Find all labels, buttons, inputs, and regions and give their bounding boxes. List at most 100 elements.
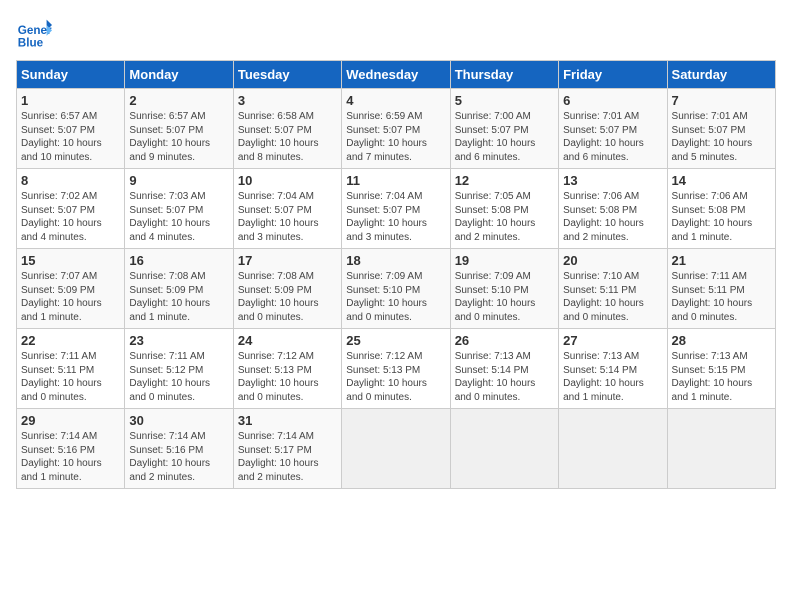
day-info: Sunrise: 7:13 AMSunset: 5:15 PMDaylight:… bbox=[672, 351, 753, 403]
day-cell-29: 29 Sunrise: 7:14 AMSunset: 5:16 PMDayligh… bbox=[17, 409, 125, 489]
day-number: 12 bbox=[455, 173, 554, 188]
day-info: Sunrise: 6:59 AMSunset: 5:07 PMDaylight:… bbox=[346, 111, 427, 163]
day-cell-20: 20 Sunrise: 7:10 AMSunset: 5:11 PMDayligh… bbox=[559, 249, 667, 329]
day-info: Sunrise: 7:11 AMSunset: 5:11 PMDaylight:… bbox=[672, 271, 753, 323]
week-row-2: 15Sunrise: 7:07 AMSunset: 5:09 PMDayligh… bbox=[17, 249, 776, 329]
day-cell-28: 28Sunrise: 7:13 AMSunset: 5:15 PMDayligh… bbox=[667, 329, 775, 409]
day-number: 15 bbox=[21, 253, 120, 268]
day-info: Sunrise: 7:14 AMSunset: 5:16 PMDaylight:… bbox=[129, 431, 210, 483]
day-cell-21: 21 Sunrise: 7:11 AMSunset: 5:11 PMDayligh… bbox=[667, 249, 775, 329]
day-cell-5: 5 Sunrise: 7:00 AMSunset: 5:07 PMDaylight… bbox=[450, 89, 558, 169]
day-cell-10: 10 Sunrise: 7:04 AMSunset: 5:07 PMDayligh… bbox=[233, 169, 341, 249]
day-number: 18 bbox=[346, 253, 445, 268]
day-info: Sunrise: 6:57 AMSunset: 5:07 PMDaylight:… bbox=[21, 111, 102, 163]
empty-cell bbox=[342, 409, 450, 489]
day-cell-4: 4 Sunrise: 6:59 AMSunset: 5:07 PMDaylight… bbox=[342, 89, 450, 169]
day-number: 22 bbox=[21, 333, 120, 348]
day-cell-27: 27 Sunrise: 7:13 AMSunset: 5:14 PMDayligh… bbox=[559, 329, 667, 409]
day-cell-8: 8Sunrise: 7:02 AMSunset: 5:07 PMDaylight… bbox=[17, 169, 125, 249]
day-cell-3: 3Sunrise: 6:58 AMSunset: 5:07 PMDaylight… bbox=[233, 89, 341, 169]
day-info: Sunrise: 7:09 AMSunset: 5:10 PMDaylight:… bbox=[455, 271, 536, 323]
day-number: 9 bbox=[129, 173, 228, 188]
day-cell-19: 19 Sunrise: 7:09 AMSunset: 5:10 PMDayligh… bbox=[450, 249, 558, 329]
day-info: Sunrise: 7:13 AMSunset: 5:14 PMDaylight:… bbox=[455, 351, 536, 403]
day-info: Sunrise: 7:10 AMSunset: 5:11 PMDaylight:… bbox=[563, 271, 644, 323]
header-cell-sunday: Sunday bbox=[17, 61, 125, 89]
day-info: Sunrise: 7:03 AMSunset: 5:07 PMDaylight:… bbox=[129, 191, 210, 243]
day-cell-23: 23 Sunrise: 7:11 AMSunset: 5:12 PMDayligh… bbox=[125, 329, 233, 409]
logo: General Blue bbox=[16, 16, 52, 52]
day-cell-14: 14 Sunrise: 7:06 AMSunset: 5:08 PMDayligh… bbox=[667, 169, 775, 249]
day-number: 14 bbox=[672, 173, 771, 188]
day-number: 20 bbox=[563, 253, 662, 268]
day-info: Sunrise: 7:00 AMSunset: 5:07 PMDaylight:… bbox=[455, 111, 536, 163]
header-cell-saturday: Saturday bbox=[667, 61, 775, 89]
day-cell-6: 6 Sunrise: 7:01 AMSunset: 5:07 PMDaylight… bbox=[559, 89, 667, 169]
day-number: 17 bbox=[238, 253, 337, 268]
day-number: 16 bbox=[129, 253, 228, 268]
empty-cell bbox=[559, 409, 667, 489]
day-cell-15: 15Sunrise: 7:07 AMSunset: 5:09 PMDayligh… bbox=[17, 249, 125, 329]
day-number: 2 bbox=[129, 93, 228, 108]
day-number: 19 bbox=[455, 253, 554, 268]
day-number: 8 bbox=[21, 173, 120, 188]
day-cell-9: 9 Sunrise: 7:03 AMSunset: 5:07 PMDaylight… bbox=[125, 169, 233, 249]
day-number: 25 bbox=[346, 333, 445, 348]
week-row-4: 29 Sunrise: 7:14 AMSunset: 5:16 PMDayligh… bbox=[17, 409, 776, 489]
week-row-1: 8Sunrise: 7:02 AMSunset: 5:07 PMDaylight… bbox=[17, 169, 776, 249]
day-number: 29 bbox=[21, 413, 120, 428]
header-cell-monday: Monday bbox=[125, 61, 233, 89]
day-cell-13: 13Sunrise: 7:06 AMSunset: 5:08 PMDayligh… bbox=[559, 169, 667, 249]
day-info: Sunrise: 7:09 AMSunset: 5:10 PMDaylight:… bbox=[346, 271, 427, 323]
day-info: Sunrise: 7:12 AMSunset: 5:13 PMDaylight:… bbox=[238, 351, 319, 403]
logo-icon: General Blue bbox=[16, 16, 52, 52]
header-cell-tuesday: Tuesday bbox=[233, 61, 341, 89]
day-info: Sunrise: 7:11 AMSunset: 5:12 PMDaylight:… bbox=[129, 351, 210, 403]
day-info: Sunrise: 7:04 AMSunset: 5:07 PMDaylight:… bbox=[238, 191, 319, 243]
empty-cell bbox=[450, 409, 558, 489]
day-cell-11: 11 Sunrise: 7:04 AMSunset: 5:07 PMDayligh… bbox=[342, 169, 450, 249]
day-cell-7: 7Sunrise: 7:01 AMSunset: 5:07 PMDaylight… bbox=[667, 89, 775, 169]
day-cell-1: 1 Sunrise: 6:57 AMSunset: 5:07 PMDaylight… bbox=[17, 89, 125, 169]
week-row-3: 22 Sunrise: 7:11 AMSunset: 5:11 PMDayligh… bbox=[17, 329, 776, 409]
day-info: Sunrise: 7:05 AMSunset: 5:08 PMDaylight:… bbox=[455, 191, 536, 243]
day-cell-17: 17 Sunrise: 7:08 AMSunset: 5:09 PMDayligh… bbox=[233, 249, 341, 329]
header-cell-friday: Friday bbox=[559, 61, 667, 89]
day-number: 10 bbox=[238, 173, 337, 188]
day-info: Sunrise: 7:11 AMSunset: 5:11 PMDaylight:… bbox=[21, 351, 102, 403]
day-number: 23 bbox=[129, 333, 228, 348]
day-cell-25: 25Sunrise: 7:12 AMSunset: 5:13 PMDayligh… bbox=[342, 329, 450, 409]
day-cell-26: 26Sunrise: 7:13 AMSunset: 5:14 PMDayligh… bbox=[450, 329, 558, 409]
day-cell-24: 24 Sunrise: 7:12 AMSunset: 5:13 PMDayligh… bbox=[233, 329, 341, 409]
day-number: 11 bbox=[346, 173, 445, 188]
day-number: 5 bbox=[455, 93, 554, 108]
day-info: Sunrise: 7:08 AMSunset: 5:09 PMDaylight:… bbox=[129, 271, 210, 323]
day-info: Sunrise: 6:57 AMSunset: 5:07 PMDaylight:… bbox=[129, 111, 210, 163]
day-cell-16: 16 Sunrise: 7:08 AMSunset: 5:09 PMDayligh… bbox=[125, 249, 233, 329]
day-number: 30 bbox=[129, 413, 228, 428]
day-number: 24 bbox=[238, 333, 337, 348]
day-cell-30: 30 Sunrise: 7:14 AMSunset: 5:16 PMDayligh… bbox=[125, 409, 233, 489]
day-info: Sunrise: 7:01 AMSunset: 5:07 PMDaylight:… bbox=[563, 111, 644, 163]
day-number: 21 bbox=[672, 253, 771, 268]
empty-cell bbox=[667, 409, 775, 489]
day-info: Sunrise: 7:14 AMSunset: 5:16 PMDaylight:… bbox=[21, 431, 102, 483]
day-cell-2: 2 Sunrise: 6:57 AMSunset: 5:07 PMDaylight… bbox=[125, 89, 233, 169]
day-number: 27 bbox=[563, 333, 662, 348]
day-info: Sunrise: 7:04 AMSunset: 5:07 PMDaylight:… bbox=[346, 191, 427, 243]
calendar-table: SundayMondayTuesdayWednesdayThursdayFrid… bbox=[16, 60, 776, 489]
day-number: 6 bbox=[563, 93, 662, 108]
day-number: 1 bbox=[21, 93, 120, 108]
day-number: 13 bbox=[563, 173, 662, 188]
header-cell-wednesday: Wednesday bbox=[342, 61, 450, 89]
day-number: 7 bbox=[672, 93, 771, 108]
day-cell-12: 12 Sunrise: 7:05 AMSunset: 5:08 PMDayligh… bbox=[450, 169, 558, 249]
week-row-0: 1 Sunrise: 6:57 AMSunset: 5:07 PMDaylight… bbox=[17, 89, 776, 169]
day-cell-18: 18 Sunrise: 7:09 AMSunset: 5:10 PMDayligh… bbox=[342, 249, 450, 329]
day-number: 4 bbox=[346, 93, 445, 108]
day-info: Sunrise: 7:14 AMSunset: 5:17 PMDaylight:… bbox=[238, 431, 319, 483]
day-info: Sunrise: 7:13 AMSunset: 5:14 PMDaylight:… bbox=[563, 351, 644, 403]
day-info: Sunrise: 7:06 AMSunset: 5:08 PMDaylight:… bbox=[672, 191, 753, 243]
day-info: Sunrise: 7:08 AMSunset: 5:09 PMDaylight:… bbox=[238, 271, 319, 323]
day-number: 3 bbox=[238, 93, 337, 108]
